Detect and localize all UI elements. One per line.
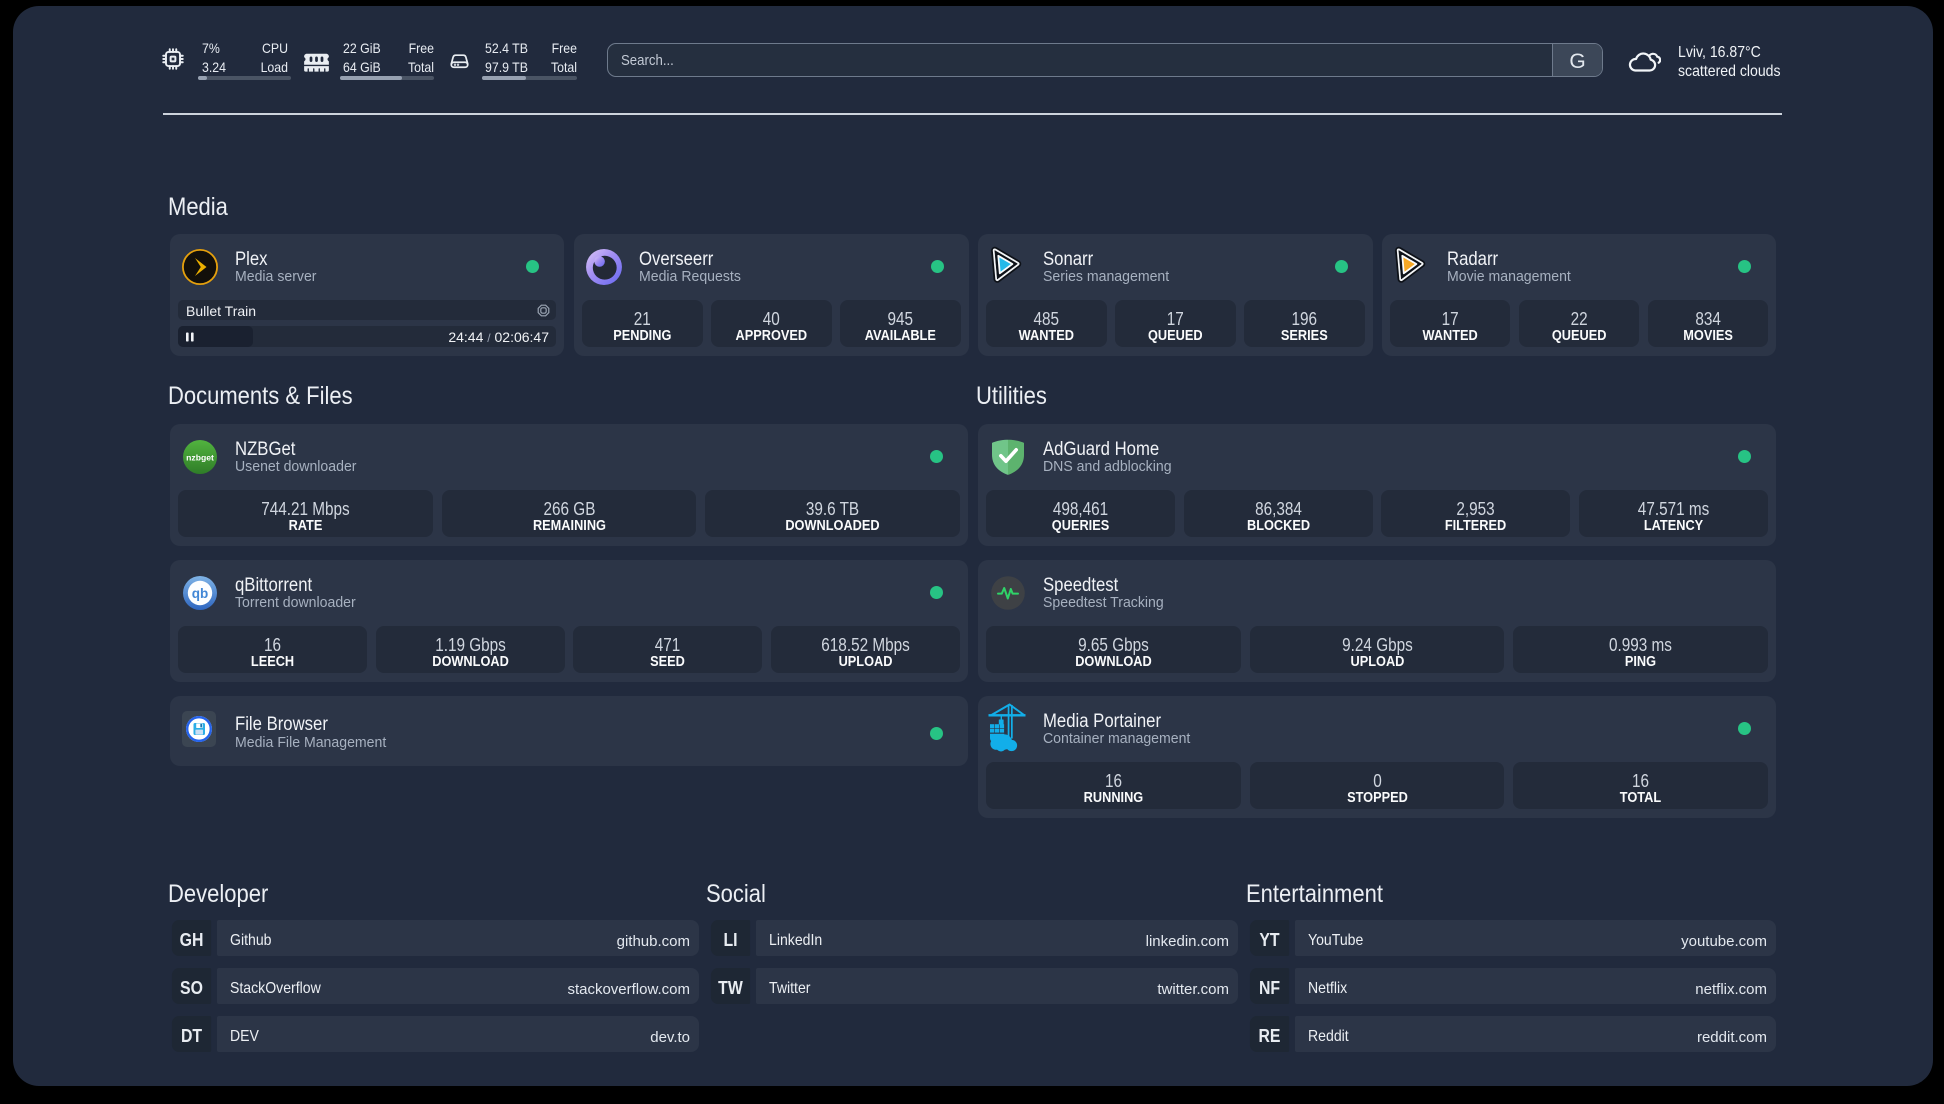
svg-text:nzbget: nzbget — [186, 453, 214, 463]
svg-text:qb: qb — [192, 586, 209, 601]
